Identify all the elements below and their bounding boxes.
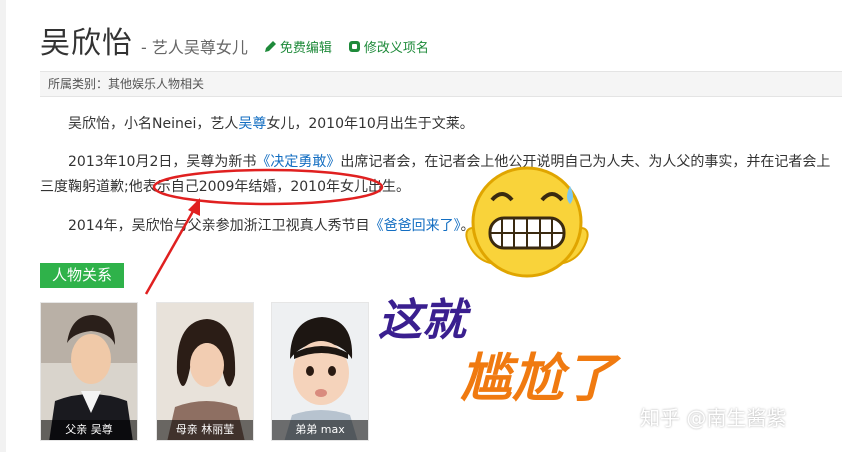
- meme-text-line2: 尴尬了: [460, 349, 617, 409]
- paragraph-intro: 吴欣怡，小名Neinei，艺人吴尊女儿，2010年10月出生于文莱。: [40, 112, 840, 137]
- entry-header: 吴欣怡 - 艺人吴尊女儿 免费编辑 修改义项名: [40, 18, 429, 62]
- pencil-icon: [264, 41, 276, 52]
- document-icon: [348, 41, 360, 52]
- relation-card-father[interactable]: 父亲 吴尊: [40, 302, 138, 441]
- meme-text-line1: 这就: [378, 295, 466, 346]
- page-title: 吴欣怡: [40, 26, 133, 61]
- relation-card-mother[interactable]: 母亲 林丽莹: [156, 302, 254, 441]
- relation-card-brother[interactable]: 弟弟 max: [271, 302, 369, 441]
- paragraph-text: 吴欣怡，小名Neinei，艺人: [68, 116, 239, 132]
- paragraph-tv-show: 2014年，吴欣怡与父亲参加浙江卫视真人秀节目《爸爸回来了》。: [40, 214, 840, 239]
- category-text: 所属类别：其他娱乐人物相关: [48, 77, 205, 91]
- paragraph-press-conference: 2013年10月2日，吴尊为新书《决定勇敢》出席记者会，在记者会上他公开说明自己…: [40, 150, 840, 200]
- paragraph-text: 2013年10月2日，吴尊为新书: [68, 154, 257, 170]
- modify-name-label: 修改义项名: [363, 41, 429, 56]
- watermark: 知乎 @南生酱紫: [640, 406, 787, 430]
- relation-caption: 母亲 林丽莹: [157, 420, 253, 440]
- page-subtitle: - 艺人吴尊女儿: [141, 38, 248, 57]
- section-label-relations: 人物关系: [40, 263, 124, 288]
- relation-caption: 弟弟 max: [272, 420, 368, 440]
- paragraph-text: 2014年，吴欣怡与父亲参加浙江卫视真人秀节目: [68, 218, 370, 234]
- link-tv-show[interactable]: 《爸爸回来了》: [370, 218, 461, 234]
- link-book-title[interactable]: 《决定勇敢》: [256, 154, 340, 170]
- modify-name-link[interactable]: 修改义项名: [348, 37, 429, 56]
- grimace-emoji-sticker: [465, 166, 589, 278]
- link-wu-zun[interactable]: 吴尊: [238, 116, 266, 132]
- paragraph-text: 女儿，2010年10月出生于文莱。: [266, 116, 474, 132]
- relation-caption: 父亲 吴尊: [41, 420, 137, 440]
- left-rule: [0, 0, 6, 452]
- edit-link-label: 免费编辑: [279, 41, 332, 56]
- edit-link[interactable]: 免费编辑: [264, 37, 332, 56]
- category-bar: 所属类别：其他娱乐人物相关: [40, 71, 842, 97]
